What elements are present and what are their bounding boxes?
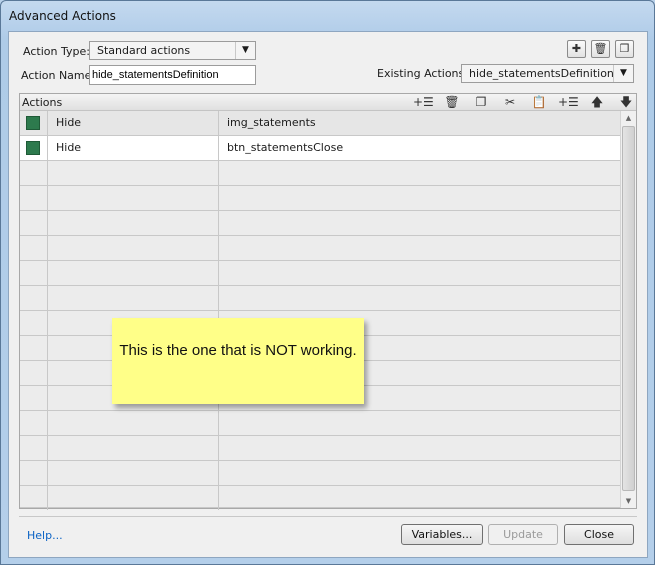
footer-divider <box>19 516 637 517</box>
move-up-icon[interactable]: 🡅 <box>587 94 607 110</box>
update-button[interactable]: Update <box>488 524 558 545</box>
table-row-empty[interactable] <box>20 411 620 436</box>
dialog-body: Action Type: Standard actions ▼ Action N… <box>8 31 648 558</box>
existing-actions-label: Existing Actions: <box>377 67 468 80</box>
action-name-input[interactable] <box>89 65 256 85</box>
existing-actions-value: hide_statementsDefinition <box>469 67 614 80</box>
table-row-empty[interactable] <box>20 486 620 510</box>
actions-grid-header: Actions +☰ 🗑 ❐ ✂ 📋 +☰ 🡅 🡇 <box>20 94 636 111</box>
actions-grid: Actions +☰ 🗑 ❐ ✂ 📋 +☰ 🡅 🡇 Hide img_state… <box>19 93 637 510</box>
insert-row-icon[interactable]: +☰ <box>558 94 579 110</box>
row-action: Hide <box>56 141 82 154</box>
action-type-label: Action Type: <box>23 45 90 58</box>
cut-icon[interactable]: ✂ <box>500 94 520 110</box>
paste-icon[interactable]: 📋 <box>529 94 549 110</box>
table-row-empty[interactable] <box>20 161 620 186</box>
table-row-empty[interactable] <box>20 211 620 236</box>
scroll-down-icon[interactable]: ▼ <box>621 494 636 508</box>
action-type-value: Standard actions <box>97 44 191 57</box>
chevron-down-icon: ▼ <box>613 65 633 82</box>
grid-vertical-scrollbar[interactable]: ▲ ▼ <box>620 111 636 508</box>
table-row-empty[interactable] <box>20 261 620 286</box>
advanced-actions-window: Advanced Actions Action Type: Standard a… <box>0 0 655 565</box>
action-type-dropdown[interactable]: Standard actions ▼ <box>89 41 256 60</box>
row-checkbox[interactable] <box>26 116 40 130</box>
title-bar[interactable]: Advanced Actions <box>1 1 654 31</box>
actions-grid-title: Actions <box>22 96 63 109</box>
close-button[interactable]: Close <box>564 524 634 545</box>
actions-grid-rows: Hide img_statements Hide btn_statementsC… <box>20 111 620 510</box>
chevron-down-icon: ▼ <box>235 42 255 59</box>
help-link[interactable]: Help... <box>27 529 63 542</box>
table-row-empty[interactable] <box>20 236 620 261</box>
duplicate-icon[interactable]: ❐ <box>615 40 634 58</box>
add-icon[interactable]: ✚ <box>567 40 586 58</box>
delete-row-icon[interactable]: 🗑 <box>442 94 462 110</box>
scroll-up-icon[interactable]: ▲ <box>621 111 636 125</box>
variables-button[interactable]: Variables... <box>401 524 483 545</box>
table-row[interactable]: Hide btn_statementsClose <box>20 136 620 161</box>
window-title: Advanced Actions <box>9 9 116 23</box>
copy-icon[interactable]: ❐ <box>471 94 491 110</box>
row-action: Hide <box>56 116 82 129</box>
row-checkbox[interactable] <box>26 141 40 155</box>
table-row-empty[interactable] <box>20 461 620 486</box>
table-row-empty[interactable] <box>20 286 620 311</box>
table-row[interactable]: Hide img_statements <box>20 111 620 136</box>
move-down-icon[interactable]: 🡇 <box>616 94 636 110</box>
trash-icon[interactable]: 🗑 <box>591 40 610 58</box>
existing-actions-dropdown[interactable]: hide_statementsDefinition ▼ <box>461 64 634 83</box>
row-target: btn_statementsClose <box>227 141 344 154</box>
scrollbar-thumb[interactable] <box>622 126 635 491</box>
table-row-empty[interactable] <box>20 186 620 211</box>
row-target: img_statements <box>227 116 316 129</box>
sticky-note-annotation: This is the one that is NOT working. <box>112 318 364 404</box>
add-row-icon[interactable]: +☰ <box>413 94 434 110</box>
table-row-empty[interactable] <box>20 436 620 461</box>
action-name-label: Action Name: <box>21 69 96 82</box>
